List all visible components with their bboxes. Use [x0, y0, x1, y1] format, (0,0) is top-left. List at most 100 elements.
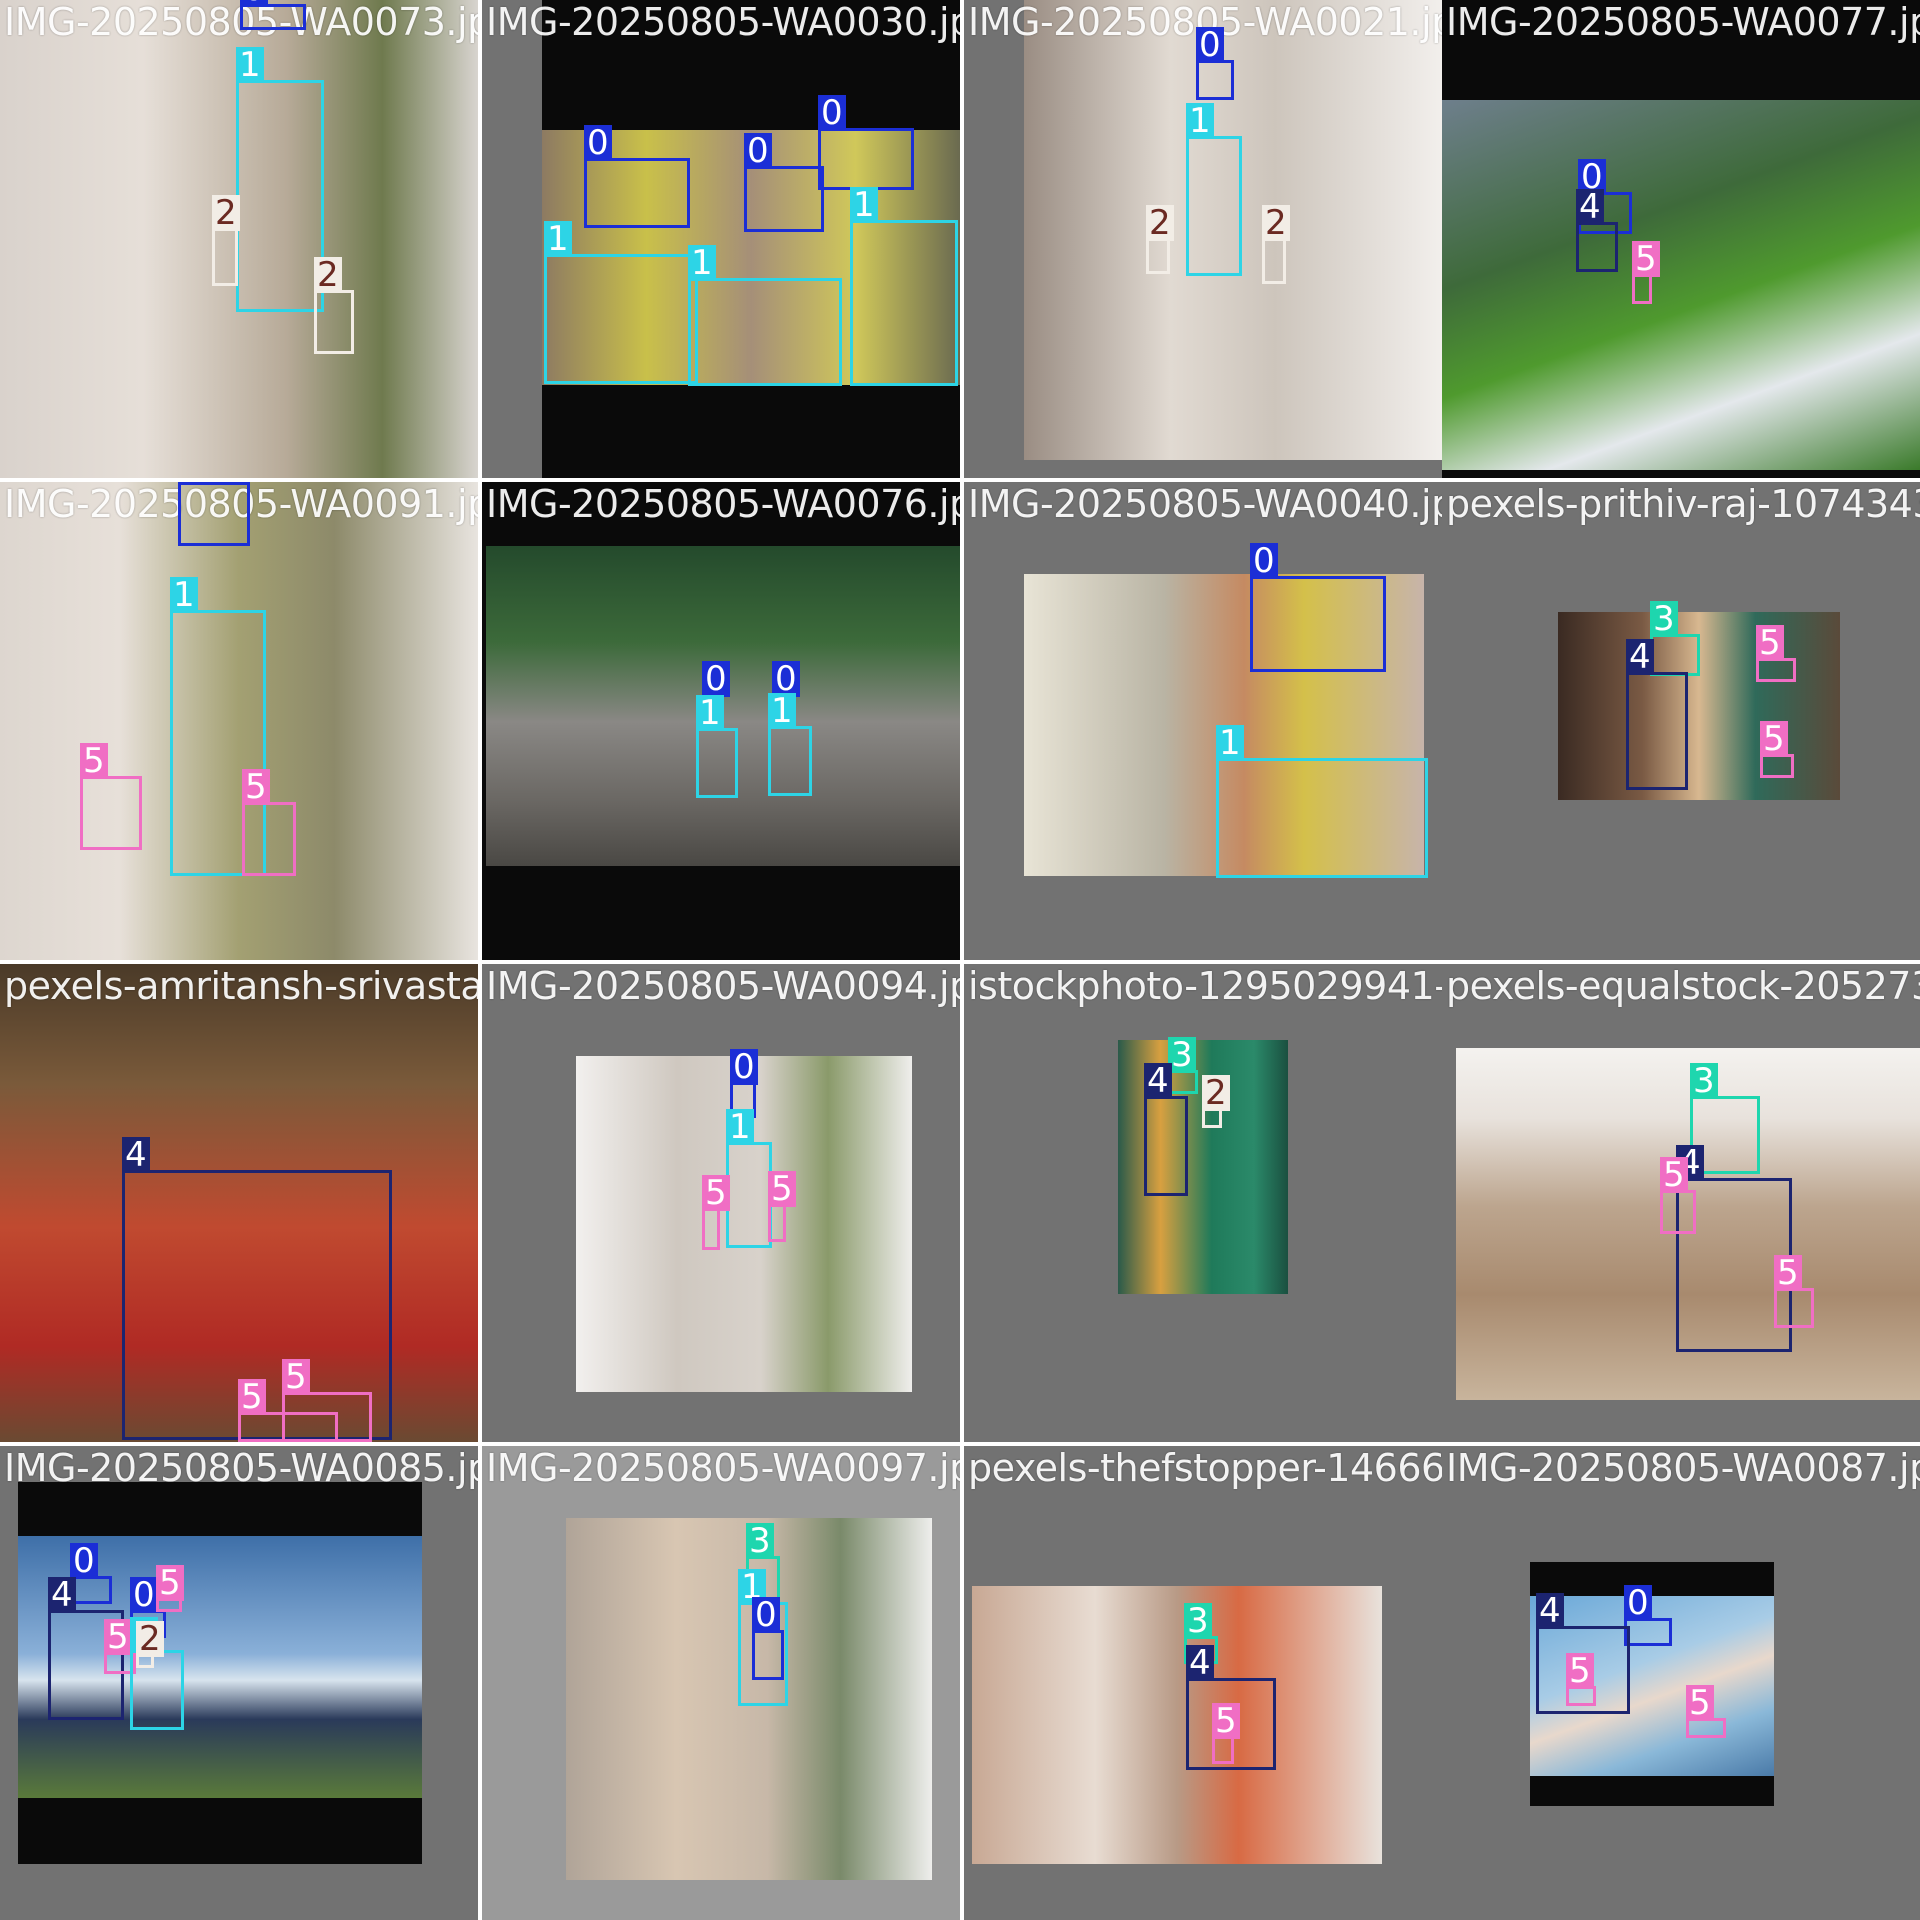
- class-label: 1: [850, 187, 878, 223]
- class-label: 0: [730, 1049, 758, 1085]
- class-label: 5: [156, 1565, 184, 1601]
- tile-filename: IMG-20250805-WA0077.jpg: [1446, 0, 1920, 44]
- class-label: 1: [1186, 103, 1214, 139]
- class-label: 0: [744, 133, 772, 169]
- class-label: 5: [80, 743, 108, 779]
- detection-box: 2: [314, 257, 354, 354]
- tile-16: IMG-20250805-WA0087.jpg 0 4 5 5: [1442, 1446, 1920, 1920]
- class-label: 0: [70, 1543, 98, 1579]
- class-label: 0: [584, 125, 612, 161]
- class-label: 0: [1624, 1585, 1652, 1621]
- detection-box: 4: [1144, 1063, 1188, 1196]
- class-label: 0: [178, 482, 206, 485]
- class-label: 4: [1536, 1593, 1564, 1629]
- detection-box: 0: [818, 95, 914, 190]
- tile-filename: IMG-20250805-WA0085.jpg: [4, 1446, 478, 1490]
- detection-box: 5: [242, 769, 296, 876]
- detection-box: 5: [768, 1171, 796, 1242]
- class-label: 4: [48, 1577, 76, 1613]
- photo: [1442, 100, 1920, 470]
- class-label: 0: [130, 1577, 158, 1613]
- detection-box: 3: [1650, 601, 1700, 676]
- tile-15: pexels-thefstopper-1466667.jpg 3 4 5: [964, 1446, 1442, 1920]
- detection-box: 1: [1216, 725, 1428, 878]
- detection-box: 2: [1262, 205, 1290, 284]
- class-label: 4: [122, 1137, 150, 1173]
- detection-box: 2: [212, 195, 240, 286]
- detection-box: 1: [688, 245, 842, 386]
- detection-box: 5: [1774, 1255, 1814, 1328]
- detection-box: 0: [1624, 1585, 1672, 1646]
- tile-9: pexels-amritansh-srivastava-363023567805…: [0, 964, 478, 1442]
- class-label: 1: [696, 695, 724, 731]
- class-label: 5: [1660, 1157, 1688, 1193]
- class-label: 5: [1756, 625, 1784, 661]
- detection-box: 0: [1250, 543, 1386, 672]
- detection-box: 5: [1566, 1653, 1596, 1706]
- class-label: 0: [702, 661, 730, 697]
- class-label: 5: [1212, 1703, 1240, 1739]
- class-label: 5: [1566, 1653, 1594, 1689]
- class-label: 1: [544, 221, 572, 257]
- detection-box: 4: [1576, 189, 1618, 272]
- detection-box: 4: [1626, 639, 1688, 790]
- class-label: 4: [1144, 1063, 1172, 1099]
- class-label: 5: [1686, 1685, 1714, 1721]
- class-label: 2: [1146, 205, 1174, 241]
- class-label: 5: [1774, 1255, 1802, 1291]
- detection-box: 2: [1202, 1075, 1230, 1128]
- class-label: 2: [212, 195, 240, 231]
- tile-filename: pexels-equalstock-20527328: [1446, 964, 1920, 1008]
- detection-box: 0: [584, 125, 690, 228]
- detection-box: 3: [1168, 1037, 1198, 1094]
- detection-box: 5: [702, 1175, 730, 1250]
- class-label: 0: [818, 95, 846, 131]
- detection-box: 0: [240, 0, 306, 30]
- tile-5: IMG-20250805-WA0091.jpg 0 1 5 5: [0, 482, 478, 960]
- photo: [972, 1586, 1382, 1864]
- detection-box: 5: [1686, 1685, 1726, 1738]
- class-label: 3: [1650, 601, 1678, 637]
- tile-12: pexels-equalstock-20527328 3 4 5 5: [1442, 964, 1920, 1442]
- class-label: 0: [240, 0, 268, 7]
- class-label: 2: [136, 1621, 164, 1657]
- class-label: 0: [752, 1597, 780, 1633]
- detection-box: 5: [1760, 721, 1794, 778]
- tile-filename: IMG-20250805-WA0094.jpg: [486, 964, 960, 1008]
- detection-box: 2: [136, 1621, 164, 1668]
- class-label: 5: [1632, 241, 1660, 277]
- tile-8: pexels-prithiv-raj-107434352 3 4 5 5: [1442, 482, 1920, 960]
- class-label: 5: [1760, 721, 1788, 757]
- tile-filename: pexels-amritansh-srivastava-363023567805: [4, 964, 478, 1008]
- tile-10: IMG-20250805-WA0094.jpg 0 1 5 5: [482, 964, 960, 1442]
- tile-1: IMG-20250805-WA0073.jpg 0 1 2 2: [0, 0, 478, 478]
- detection-box: 1: [236, 47, 324, 312]
- tile-4: IMG-20250805-WA0077.jpg 0 4 5: [1442, 0, 1920, 478]
- tile-2: IMG-20250805-WA0030.jpg 0 0 0 1 1 1: [482, 0, 960, 478]
- class-label: 1: [1216, 725, 1244, 761]
- class-label: 1: [726, 1109, 754, 1145]
- class-label: 1: [236, 47, 264, 83]
- tile-filename: IMG-20250805-WA0030.jpg: [486, 0, 960, 44]
- class-label: 3: [1168, 1037, 1196, 1073]
- detection-box: 5: [282, 1359, 372, 1442]
- tile-14: IMG-20250805-WA0097.jpg 3 1 0: [482, 1446, 960, 1920]
- detection-box: 0: [1196, 27, 1234, 100]
- class-label: 5: [282, 1359, 310, 1395]
- class-label: 4: [1576, 189, 1604, 225]
- detection-box: 1: [544, 221, 698, 384]
- detection-box: 5: [1212, 1703, 1240, 1764]
- class-label: 2: [1262, 205, 1290, 241]
- tile-filename: IMG-20250805-WA0087.jpg: [1446, 1446, 1920, 1490]
- detection-box: 0: [744, 133, 824, 232]
- detection-box: 0: [178, 482, 250, 546]
- class-label: 3: [1184, 1603, 1212, 1639]
- detection-box: 1: [768, 693, 812, 796]
- tile-filename: pexels-thefstopper-1466667.jpg: [968, 1446, 1442, 1490]
- class-label: 0: [1250, 543, 1278, 579]
- detection-box: 0: [752, 1597, 784, 1680]
- detection-box: 5: [80, 743, 142, 850]
- detection-box: 1: [850, 187, 958, 386]
- tile-filename: istockphoto-1295029941-612x612.jpg: [968, 964, 1442, 1008]
- class-label: 0: [1196, 27, 1224, 63]
